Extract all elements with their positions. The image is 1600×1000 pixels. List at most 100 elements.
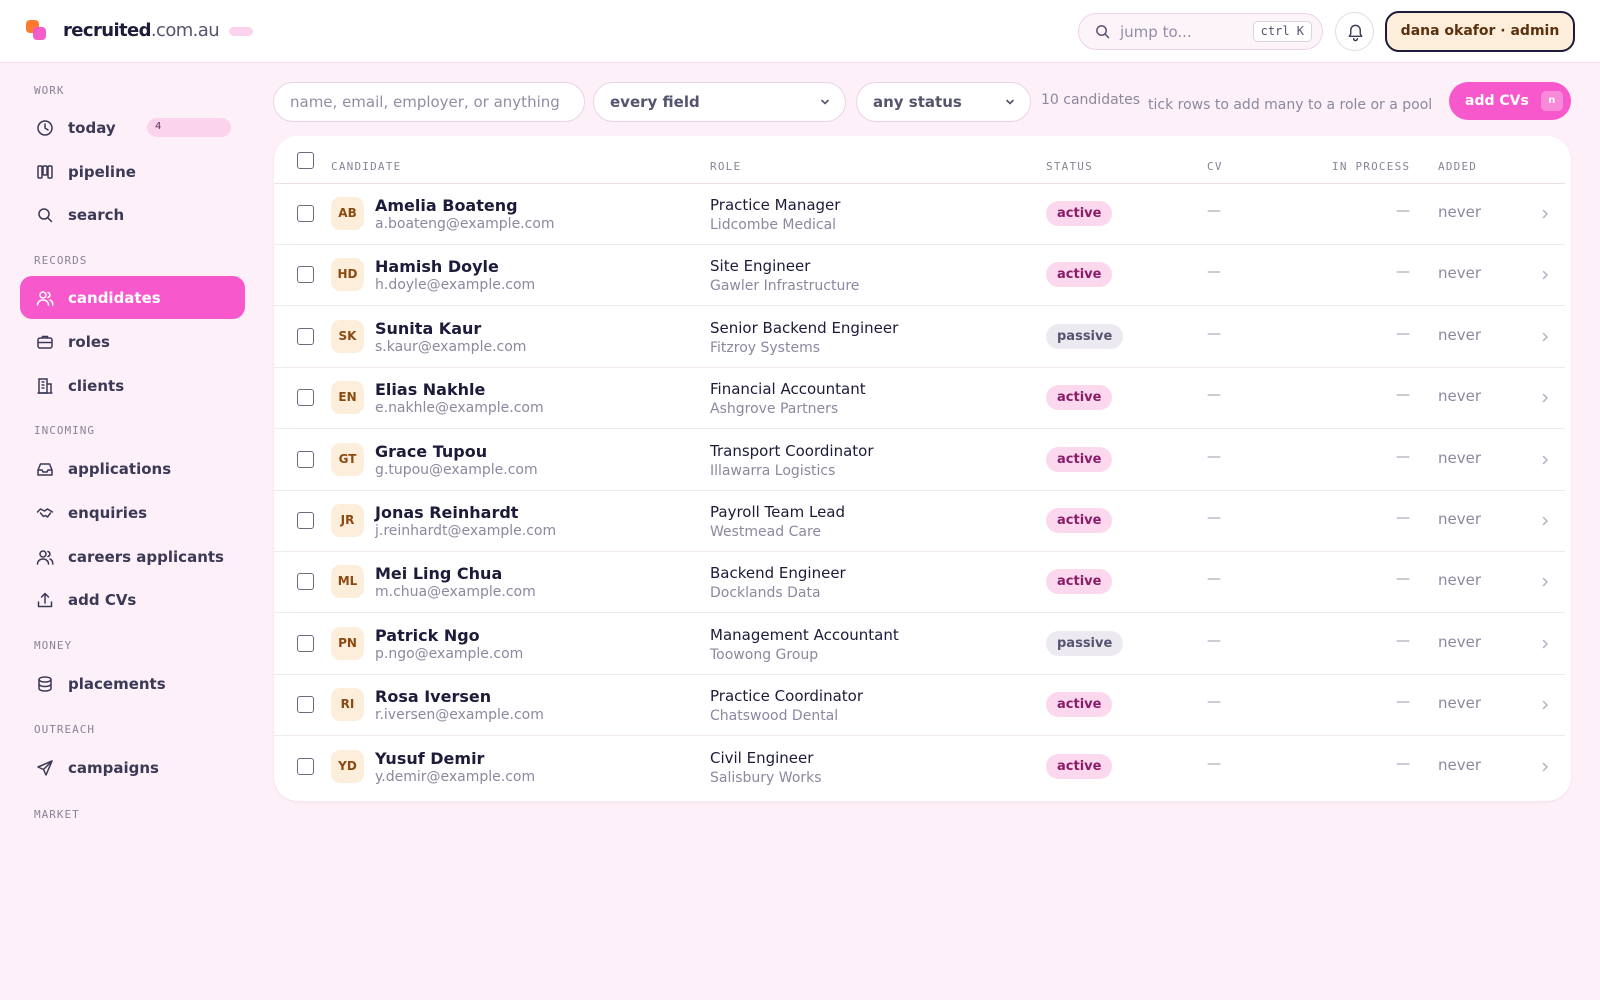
in-process-value: — bbox=[1396, 325, 1410, 342]
sidebar-item-search[interactable]: search bbox=[20, 193, 245, 236]
avatar: EN bbox=[331, 381, 364, 415]
sidebar-item-label: enquiries bbox=[68, 503, 148, 522]
select-all-checkbox[interactable] bbox=[297, 152, 314, 169]
sidebar-item-candidates[interactable]: candidates bbox=[20, 276, 245, 319]
candidate-name[interactable]: Amelia Boateng bbox=[375, 196, 518, 215]
row-checkbox[interactable] bbox=[297, 757, 314, 775]
table-row[interactable]: HD Hamish Doyle h.doyle@example.com Site… bbox=[274, 245, 1565, 307]
added-value: never bbox=[1438, 325, 1482, 344]
role-title: Senior Backend Engineer bbox=[710, 318, 899, 337]
chevron-right-icon[interactable] bbox=[1540, 269, 1550, 281]
sidebar-item-today[interactable]: today 4 bbox=[20, 106, 245, 149]
added-value: never bbox=[1438, 510, 1482, 528]
candidate-name[interactable]: Sunita Kaur bbox=[375, 319, 481, 338]
candidate-name[interactable]: Mei Ling Chua bbox=[375, 564, 502, 583]
role-title: Payroll Team Lead bbox=[710, 503, 846, 521]
candidates-table: candidate role status cv in process adde… bbox=[274, 136, 1571, 801]
send-icon bbox=[36, 759, 54, 777]
column-in-process[interactable]: in process bbox=[1332, 160, 1410, 173]
chevron-right-icon[interactable] bbox=[1540, 208, 1550, 220]
notifications-button[interactable] bbox=[1335, 12, 1374, 51]
column-role[interactable]: role bbox=[710, 160, 741, 173]
chevron-right-icon[interactable] bbox=[1540, 515, 1550, 527]
employer-name: Toowong Group bbox=[710, 646, 819, 663]
avatar: ML bbox=[331, 565, 364, 599]
row-checkbox[interactable] bbox=[297, 450, 314, 468]
table-row[interactable]: RI Rosa Iversen r.iversen@example.com Pr… bbox=[274, 675, 1565, 737]
row-checkbox[interactable] bbox=[297, 327, 314, 345]
candidate-search-input[interactable] bbox=[273, 82, 585, 122]
add-cvs-button[interactable]: add CVs n bbox=[1449, 82, 1571, 120]
table-row[interactable]: PN Patrick Ngo p.ngo@example.com Managem… bbox=[274, 614, 1565, 675]
sidebar-item-label: today bbox=[68, 118, 116, 137]
candidate-name[interactable]: Rosa Iversen bbox=[375, 687, 491, 706]
candidate-email: m.chua@example.com bbox=[375, 584, 536, 601]
added-value: never bbox=[1438, 448, 1482, 467]
column-added[interactable]: added bbox=[1438, 160, 1477, 173]
row-checkbox[interactable] bbox=[297, 696, 314, 714]
chevron-right-icon[interactable] bbox=[1540, 638, 1550, 650]
sidebar-item-add-cvs[interactable]: add CVs bbox=[20, 578, 245, 621]
avatar: SK bbox=[331, 319, 364, 353]
chevron-right-icon[interactable] bbox=[1540, 699, 1550, 711]
column-candidate[interactable]: candidate bbox=[331, 160, 401, 173]
candidate-name[interactable]: Grace Tupou bbox=[375, 442, 487, 461]
candidate-name[interactable]: Yusuf Demir bbox=[375, 749, 484, 768]
sidebar-item-pipeline[interactable]: pipeline bbox=[20, 150, 245, 193]
bell-icon bbox=[1348, 24, 1363, 42]
chevron-right-icon[interactable] bbox=[1540, 331, 1550, 343]
candidate-name[interactable]: Elias Nakhle bbox=[375, 380, 485, 399]
status-badge: active bbox=[1046, 569, 1113, 595]
sidebar-item-applications[interactable]: applications bbox=[20, 447, 245, 490]
in-process-value: — bbox=[1396, 203, 1410, 219]
avatar: RI bbox=[331, 688, 364, 722]
row-checkbox[interactable] bbox=[297, 573, 314, 591]
row-checkbox[interactable] bbox=[297, 266, 314, 284]
chevron-right-icon[interactable] bbox=[1540, 392, 1550, 404]
table-row[interactable]: ML Mei Ling Chua m.chua@example.com Back… bbox=[274, 552, 1565, 614]
status-badge: active bbox=[1046, 262, 1113, 288]
chevron-right-icon[interactable] bbox=[1540, 454, 1550, 466]
sidebar-item-clients[interactable]: clients bbox=[20, 364, 245, 407]
table-row[interactable]: JR Jonas Reinhardt j.reinhardt@example.c… bbox=[274, 491, 1565, 552]
employer-name: Illawarra Logistics bbox=[710, 462, 836, 479]
chevron-right-icon[interactable] bbox=[1540, 576, 1550, 588]
chevron-right-icon[interactable] bbox=[1540, 761, 1550, 773]
avatar: GT bbox=[331, 442, 364, 476]
table-row[interactable]: SK Sunita Kaur s.kaur@example.com Senior… bbox=[274, 307, 1565, 368]
sidebar: work today 4 pipeline search records can… bbox=[0, 63, 264, 1000]
field-filter-value: every field bbox=[610, 93, 700, 111]
table-row[interactable]: AB Amelia Boateng a.boateng@example.com … bbox=[274, 184, 1565, 245]
search-icon bbox=[1096, 25, 1110, 39]
sidebar-item-campaigns[interactable]: campaigns bbox=[20, 746, 245, 789]
column-cv[interactable]: cv bbox=[1207, 160, 1223, 173]
candidate-email: g.tupou@example.com bbox=[375, 461, 538, 478]
field-filter-select[interactable]: every field bbox=[593, 82, 846, 122]
table-row[interactable]: YD Yusuf Demir y.demir@example.com Civil… bbox=[274, 737, 1565, 798]
candidate-name[interactable]: Hamish Doyle bbox=[375, 257, 499, 276]
brand-name[interactable]: recruited.com.au bbox=[63, 20, 220, 41]
table-row[interactable]: EN Elias Nakhle e.nakhle@example.com Fin… bbox=[274, 368, 1565, 430]
row-checkbox[interactable] bbox=[297, 634, 314, 652]
avatar: AB bbox=[331, 197, 364, 230]
status-badge: active bbox=[1046, 692, 1113, 718]
row-checkbox[interactable] bbox=[297, 205, 314, 222]
employer-name: Chatswood Dental bbox=[710, 708, 839, 725]
user-menu-button[interactable]: dana okafor · admin bbox=[1385, 11, 1575, 52]
row-checkbox[interactable] bbox=[297, 389, 314, 407]
candidate-name[interactable]: Jonas Reinhardt bbox=[375, 503, 518, 522]
sidebar-item-careers-applicants[interactable]: careers applicants bbox=[20, 535, 245, 578]
sidebar-item-enquiries[interactable]: enquiries bbox=[20, 491, 245, 534]
row-checkbox[interactable] bbox=[297, 512, 314, 529]
in-process-value: — bbox=[1396, 694, 1410, 711]
candidate-name[interactable]: Patrick Ngo bbox=[375, 626, 480, 645]
sidebar-item-placements[interactable]: placements bbox=[20, 662, 245, 705]
table-row[interactable]: GT Grace Tupou g.tupou@example.com Trans… bbox=[274, 430, 1565, 491]
upload-icon bbox=[36, 591, 54, 609]
handshake-icon bbox=[36, 504, 54, 522]
logo-icon bbox=[26, 20, 48, 42]
column-status[interactable]: status bbox=[1046, 160, 1093, 173]
status-filter-select[interactable]: any status bbox=[856, 82, 1031, 122]
sidebar-item-roles[interactable]: roles bbox=[20, 320, 245, 363]
jump-to-search[interactable]: jump to... ctrl K bbox=[1078, 13, 1323, 50]
